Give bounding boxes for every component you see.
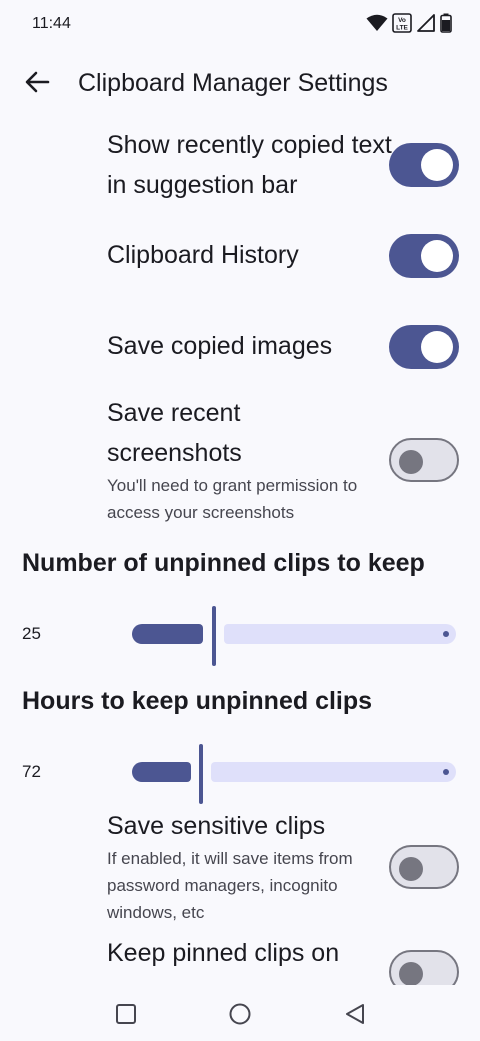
pref-pinned-title: Keep pinned clips on <box>107 939 340 967</box>
home-circle-icon[interactable] <box>227 1001 253 1027</box>
slider-inactive-track <box>224 624 456 644</box>
back-arrow-icon[interactable] <box>22 66 54 98</box>
save-images-toggle[interactable] <box>389 325 459 369</box>
unpinned-hours-slider[interactable] <box>132 744 456 804</box>
unpinned-count-slider[interactable] <box>132 606 456 666</box>
pref-recent-title: Show recently copied text in suggestion … <box>107 131 392 199</box>
unpinned-count-heading: Number of unpinned clips to keep <box>22 549 425 577</box>
status-bar: 11:44 Vo LTE <box>0 0 480 48</box>
slider-handle[interactable] <box>212 606 216 666</box>
slider-handle[interactable] <box>199 744 203 804</box>
status-time: 11:44 <box>32 15 71 32</box>
pref-screenshots-summary: You'll need to grant permission to acces… <box>107 476 358 522</box>
app-bar: Clipboard Manager Settings <box>0 56 480 112</box>
pref-save-sensitive[interactable]: Save sensitive clips <box>107 806 397 846</box>
pref-screenshots-title: Save recent screenshots <box>107 399 242 467</box>
slider-active-track <box>132 624 203 644</box>
toggle-thumb <box>399 450 423 474</box>
toggle-thumb <box>421 149 453 181</box>
pref-sensitive-summary: If enabled, it will save items from pass… <box>107 849 353 922</box>
unpinned-hours-value: 72 <box>22 762 41 781</box>
pref-keep-pinned[interactable]: Keep pinned clips on <box>107 933 397 973</box>
save-screenshots-toggle[interactable] <box>389 438 459 482</box>
navigation-bar <box>0 985 480 1041</box>
clipboard-history-toggle[interactable] <box>389 234 459 278</box>
battery-icon <box>440 13 452 33</box>
slider-active-track <box>132 762 191 782</box>
svg-text:Vo: Vo <box>398 17 406 24</box>
status-icons: Vo LTE <box>366 13 452 33</box>
back-triangle-icon[interactable] <box>342 1001 368 1027</box>
slider-stop-indicator <box>443 631 449 637</box>
pref-screenshots-summary-wrap: You'll need to grant permission to acces… <box>107 472 397 526</box>
pref-save-screenshots[interactable]: Save recent screenshots <box>107 393 347 473</box>
unpinned-hours-heading: Hours to keep unpinned clips <box>22 687 373 715</box>
recents-square-icon[interactable] <box>113 1001 139 1027</box>
signal-icon <box>417 14 435 32</box>
toggle-thumb <box>399 962 423 986</box>
svg-text:LTE: LTE <box>396 25 408 32</box>
toggle-thumb <box>399 857 423 881</box>
pref-clipboard-history[interactable]: Clipboard History <box>107 235 397 275</box>
page-title: Clipboard Manager Settings <box>78 69 388 97</box>
toggle-thumb <box>421 240 453 272</box>
pref-sensitive-summary-wrap: If enabled, it will save items from pass… <box>107 845 387 926</box>
pref-sensitive-title: Save sensitive clips <box>107 812 326 840</box>
pref-recent-suggestions[interactable]: Show recently copied text in suggestion … <box>107 125 397 205</box>
slider-stop-indicator <box>443 769 449 775</box>
recent-suggestions-toggle[interactable] <box>389 143 459 187</box>
slider-inactive-track <box>211 762 456 782</box>
save-sensitive-toggle[interactable] <box>389 845 459 889</box>
pref-images-title: Save copied images <box>107 332 333 360</box>
volte-icon: Vo LTE <box>392 13 412 33</box>
pref-save-images[interactable]: Save copied images <box>107 326 397 366</box>
wifi-icon <box>366 14 388 31</box>
toggle-thumb <box>421 331 453 363</box>
unpinned-count-value: 25 <box>22 624 41 643</box>
pref-history-title: Clipboard History <box>107 241 299 269</box>
